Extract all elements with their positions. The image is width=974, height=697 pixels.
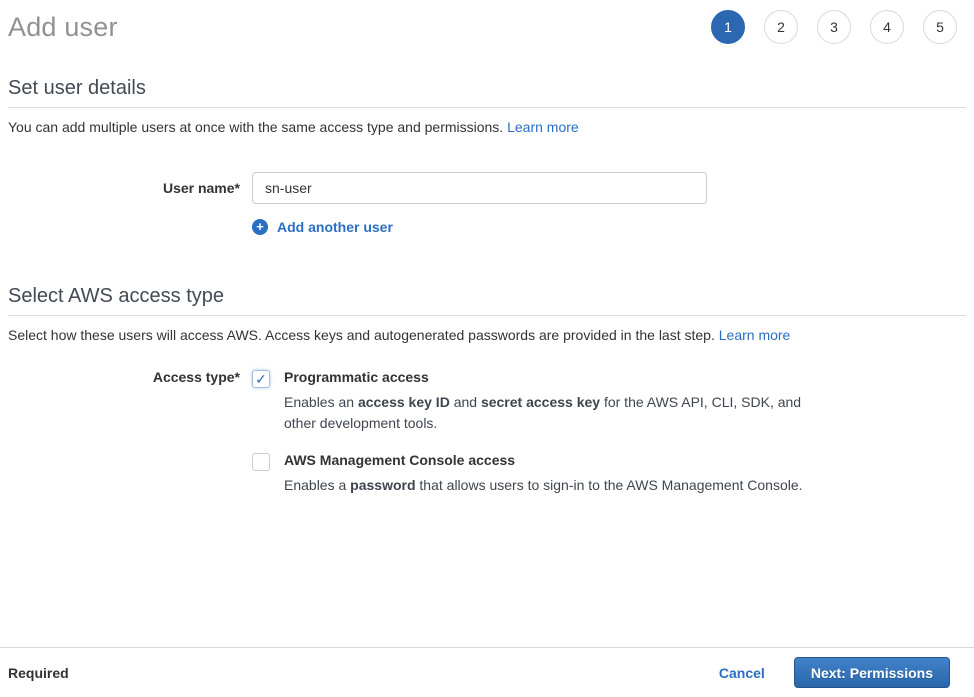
- page-title: Add user: [8, 12, 118, 43]
- select-access-type-section: Select AWS access type Select how these …: [8, 285, 966, 496]
- wizard-step-3[interactable]: 3: [817, 10, 851, 44]
- learn-more-link[interactable]: Learn more: [507, 119, 579, 135]
- next-permissions-button[interactable]: Next: Permissions: [794, 657, 950, 688]
- select-access-type-description: Select how these users will access AWS. …: [8, 327, 966, 343]
- console-access-description: Enables a password that allows users to …: [284, 475, 803, 496]
- learn-more-link[interactable]: Learn more: [719, 327, 791, 343]
- user-name-label: User name*: [8, 172, 240, 196]
- select-access-type-heading: Select AWS access type: [8, 285, 966, 308]
- console-access-title: AWS Management Console access: [284, 452, 803, 468]
- wizard-step-4[interactable]: 4: [870, 10, 904, 44]
- cancel-button[interactable]: Cancel: [719, 665, 765, 681]
- programmatic-access-title: Programmatic access: [284, 369, 809, 385]
- page-header: Add user 1 2 3 4 5: [8, 0, 966, 44]
- add-another-user-label: Add another user: [277, 219, 393, 235]
- section-divider: [8, 107, 966, 108]
- add-another-user-row: + Add another user: [8, 218, 966, 236]
- user-name-row: User name*: [8, 172, 966, 204]
- description-text: Select how these users will access AWS. …: [8, 327, 719, 343]
- wizard-step-5[interactable]: 5: [923, 10, 957, 44]
- user-name-input[interactable]: [252, 172, 707, 204]
- plus-circle-icon: +: [252, 219, 268, 235]
- programmatic-access-checkbox[interactable]: ✓: [252, 370, 270, 388]
- add-another-user-button[interactable]: + Add another user: [252, 219, 393, 235]
- programmatic-access-description: Enables an access key ID and secret acce…: [284, 392, 809, 434]
- required-note: Required: [8, 665, 69, 681]
- set-user-details-section: Set user details You can add multiple us…: [8, 77, 966, 236]
- section-divider: [8, 315, 966, 316]
- access-type-row: Access type* ✓ Programmatic access Enabl…: [8, 369, 966, 496]
- programmatic-access-option: ✓ Programmatic access Enables an access …: [252, 369, 809, 434]
- description-text: You can add multiple users at once with …: [8, 119, 507, 135]
- set-user-details-heading: Set user details: [8, 77, 966, 100]
- add-user-page: Add user 1 2 3 4 5 Set user details You …: [0, 0, 974, 496]
- set-user-details-description: You can add multiple users at once with …: [8, 119, 966, 135]
- access-type-label: Access type*: [8, 369, 240, 385]
- wizard-footer: Required Cancel Next: Permissions: [0, 647, 974, 697]
- wizard-step-indicator: 1 2 3 4 5: [711, 10, 966, 44]
- console-access-checkbox[interactable]: ✓: [252, 453, 270, 471]
- wizard-step-1[interactable]: 1: [711, 10, 745, 44]
- wizard-step-2[interactable]: 2: [764, 10, 798, 44]
- console-access-option: ✓ AWS Management Console access Enables …: [252, 452, 809, 496]
